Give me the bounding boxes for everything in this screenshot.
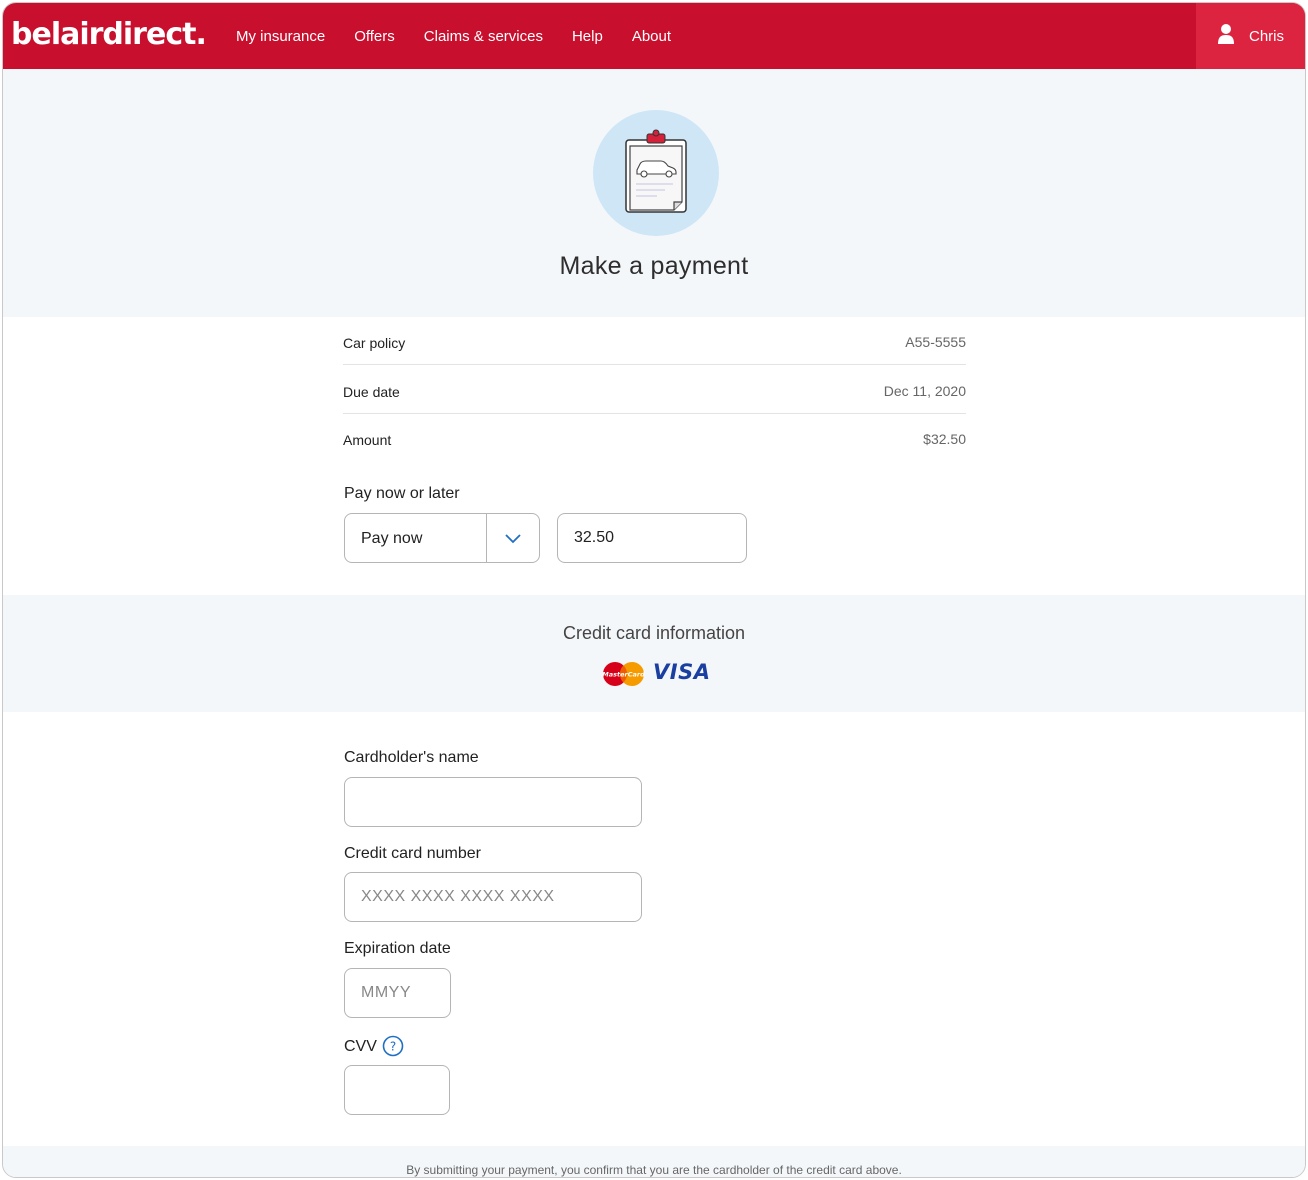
mastercard-logo-text: MasterCard: [602, 671, 645, 679]
nav-claims-services[interactable]: Claims & services: [424, 28, 543, 45]
help-question-icon[interactable]: ?: [382, 1035, 404, 1062]
expiration-date-label: Expiration date: [344, 940, 451, 957]
hero-icon-circle: [593, 110, 719, 236]
cvv-input[interactable]: [344, 1065, 450, 1115]
chevron-down-icon[interactable]: [503, 528, 523, 553]
nav-offers[interactable]: Offers: [354, 28, 395, 45]
summary-value: A55-5555: [905, 334, 966, 350]
card-number-input[interactable]: [344, 872, 642, 922]
pay-timing-label: Pay now or later: [344, 485, 460, 502]
cardholder-name-input[interactable]: [344, 777, 642, 827]
credit-card-section-header: Credit card information MasterCard VISA: [3, 595, 1305, 712]
clipboard-car-icon: [593, 129, 719, 240]
summary-label: Due date: [343, 384, 400, 400]
summary-value: Dec 11, 2020: [883, 383, 966, 399]
main-nav: My insurance Offers Claims & services He…: [236, 3, 700, 69]
top-navigation-bar: belairdirect. My insurance Offers Claims…: [3, 3, 1305, 69]
nav-my-insurance[interactable]: My insurance: [236, 28, 325, 45]
svg-text:?: ?: [390, 1040, 396, 1054]
credit-card-title: Credit card information: [562, 623, 746, 643]
cardholder-disclaimer: By submitting your payment, you confirm …: [406, 1163, 902, 1177]
app-window: belairdirect. My insurance Offers Claims…: [2, 2, 1306, 1178]
nav-help[interactable]: Help: [572, 28, 603, 45]
select-divider: [486, 514, 487, 562]
page-title: Make a payment: [559, 252, 749, 280]
payment-amount-input[interactable]: [557, 513, 747, 563]
card-form: Cardholder's name Credit card number Exp…: [3, 712, 1305, 1146]
mastercard-logo: MasterCard: [602, 661, 646, 687]
brand-logo[interactable]: belairdirect.: [11, 17, 207, 52]
pay-timing-selected: Pay now: [361, 530, 423, 547]
summary-row-policy: Car policy A55-5555: [343, 317, 966, 365]
nav-about[interactable]: About: [632, 28, 671, 45]
cvv-label: CVV: [344, 1038, 377, 1055]
payment-summary: Car policy A55-5555 Due date Dec 11, 202…: [3, 317, 1305, 595]
summary-value: $32.50: [923, 431, 966, 447]
summary-label: Amount: [343, 432, 392, 448]
card-number-label: Credit card number: [344, 845, 481, 862]
user-icon: [1217, 23, 1235, 50]
summary-row-due-date: Due date Dec 11, 2020: [343, 366, 966, 414]
hero-section: Make a payment: [3, 69, 1305, 317]
summary-row-amount: Amount $32.50: [343, 414, 966, 462]
user-menu-button[interactable]: Chris: [1196, 3, 1305, 69]
visa-logo: VISA: [653, 660, 711, 684]
pay-timing-select[interactable]: Pay now: [344, 513, 540, 563]
cardholder-name-label: Cardholder's name: [344, 749, 479, 766]
footer: By submitting your payment, you confirm …: [3, 1146, 1305, 1177]
expiration-date-input[interactable]: [344, 968, 451, 1018]
summary-label: Car policy: [343, 335, 406, 351]
user-name: Chris: [1248, 27, 1284, 45]
